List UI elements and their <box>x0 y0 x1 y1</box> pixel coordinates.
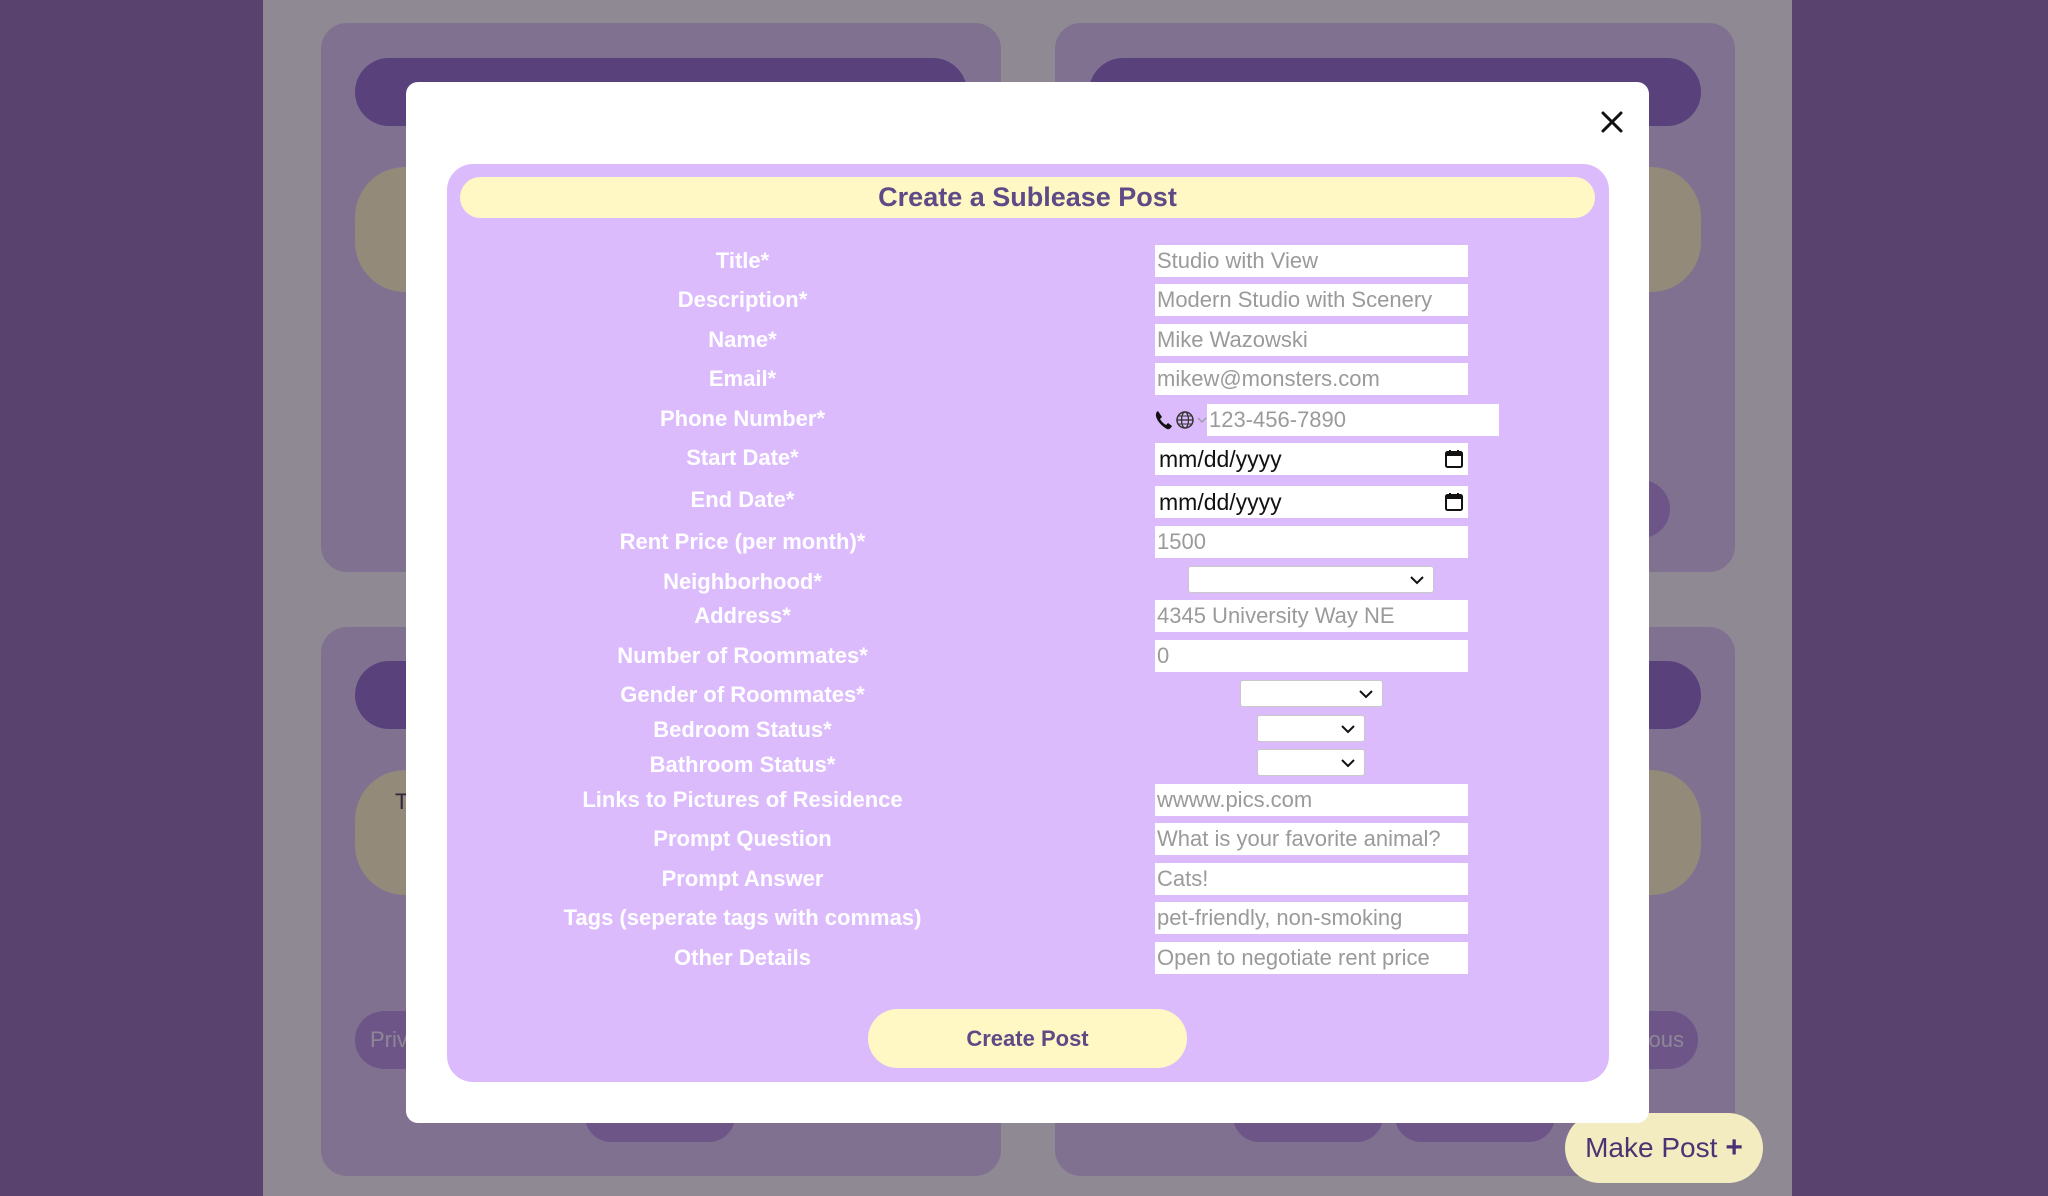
bedroom-label: Bedroom Status* <box>653 717 832 742</box>
prompt-answer-label: Prompt Answer <box>661 866 824 891</box>
description-label: Description* <box>677 287 808 312</box>
prompt-question-label: Prompt Question <box>653 826 832 851</box>
chevron-down-icon <box>1341 758 1355 767</box>
address-label: Address* <box>694 603 791 628</box>
form-title: Create a Sublease Post <box>460 177 1595 218</box>
globe-icon <box>1176 411 1194 429</box>
pictures-input[interactable] <box>1155 784 1468 816</box>
rent-input[interactable] <box>1155 526 1468 558</box>
roommates-input[interactable] <box>1155 640 1468 672</box>
email-input[interactable] <box>1155 363 1468 395</box>
neighborhood-select[interactable] <box>1188 566 1434 593</box>
address-input[interactable] <box>1155 600 1468 632</box>
other-details-label: Other Details <box>674 945 811 970</box>
pictures-label: Links to Pictures of Residence <box>582 787 903 812</box>
start-date-value: mm/dd/yyyy <box>1159 445 1282 472</box>
close-modal-button[interactable] <box>1590 100 1634 144</box>
phone-input[interactable] <box>1207 404 1499 436</box>
tags-input[interactable] <box>1155 902 1468 934</box>
title-label: Title* <box>715 248 770 273</box>
title-input[interactable] <box>1155 245 1468 277</box>
name-label: Name* <box>708 327 777 352</box>
close-icon <box>1601 111 1623 133</box>
phone-country-select[interactable] <box>1155 404 1207 436</box>
bathroom-label: Bathroom Status* <box>649 752 836 777</box>
start-date-label: Start Date* <box>686 445 799 470</box>
description-input[interactable] <box>1155 284 1468 316</box>
phone-field <box>1155 404 1499 436</box>
plus-icon: + <box>1725 1131 1743 1164</box>
phone-icon <box>1155 411 1172 430</box>
end-date-input[interactable]: mm/dd/yyyy <box>1155 486 1468 518</box>
other-details-input[interactable] <box>1155 942 1468 974</box>
calendar-icon[interactable] <box>1444 492 1464 512</box>
make-post-button[interactable]: Make Post + <box>1565 1113 1763 1183</box>
calendar-icon[interactable] <box>1444 449 1464 469</box>
prompt-question-input[interactable] <box>1155 823 1468 855</box>
chevron-down-icon <box>1341 724 1355 733</box>
gender-label: Gender of Roommates* <box>620 682 865 707</box>
chevron-down-icon <box>1410 575 1424 584</box>
name-input[interactable] <box>1155 324 1468 356</box>
phone-label: Phone Number* <box>659 406 826 431</box>
roommates-label: Number of Roommates* <box>617 643 868 668</box>
start-date-input[interactable]: mm/dd/yyyy <box>1155 443 1468 475</box>
tags-label: Tags (seperate tags with commas) <box>563 905 922 930</box>
chevron-down-icon <box>1197 417 1207 423</box>
rent-label: Rent Price (per month)* <box>619 529 866 554</box>
bedroom-select[interactable] <box>1257 715 1365 742</box>
prompt-answer-input[interactable] <box>1155 863 1468 895</box>
chevron-down-icon <box>1359 689 1373 698</box>
email-label: Email* <box>708 366 777 391</box>
neighborhood-label: Neighborhood* <box>663 569 822 594</box>
bathroom-select[interactable] <box>1257 749 1365 776</box>
create-post-button[interactable]: Create Post <box>868 1009 1187 1068</box>
make-post-label: Make Post <box>1585 1132 1718 1163</box>
end-date-value: mm/dd/yyyy <box>1159 488 1282 515</box>
gender-select[interactable] <box>1240 680 1383 707</box>
end-date-label: End Date* <box>690 487 795 512</box>
